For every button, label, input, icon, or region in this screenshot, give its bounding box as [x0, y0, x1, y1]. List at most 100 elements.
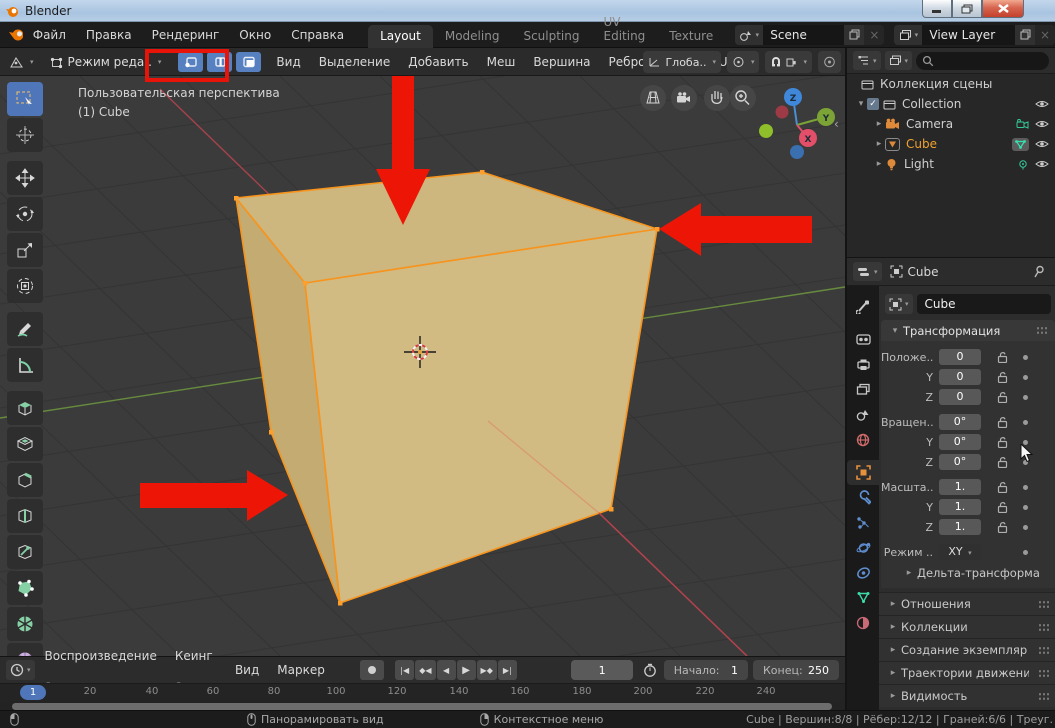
tab-modifiers[interactable]: [847, 485, 879, 510]
animate-dot[interactable]: [1023, 485, 1028, 490]
pan-view-button[interactable]: [704, 85, 730, 111]
scene-collection-row[interactable]: Коллекция сцены: [847, 74, 1055, 94]
menu-help[interactable]: Справка: [281, 22, 354, 48]
tool-select-box[interactable]: [7, 82, 43, 116]
collapsed-caret-icon[interactable]: ▸: [873, 159, 885, 169]
camera-row[interactable]: ▸ Camera: [847, 114, 1055, 134]
panel-drag-handle[interactable]: [1038, 669, 1049, 678]
gizmo-axis-neg-x[interactable]: [776, 106, 789, 119]
select-mode-vertex-button[interactable]: [178, 52, 203, 72]
panel-instancing[interactable]: ▸Создание экземпляр: [879, 638, 1055, 661]
visibility-eye-icon[interactable]: [1035, 119, 1049, 129]
snap-magnet-icon[interactable]: [770, 56, 782, 68]
zoom-view-button[interactable]: [730, 85, 756, 111]
collection-row[interactable]: ▾ ✓ Collection: [847, 94, 1055, 114]
timeline-scrollbar-thumb[interactable]: [12, 703, 832, 710]
stopwatch-icon[interactable]: [643, 663, 655, 678]
tool-bevel[interactable]: [7, 463, 43, 497]
tool-add-cube[interactable]: [7, 391, 43, 425]
blender-logo-icon[interactable]: [8, 27, 23, 43]
animate-dot[interactable]: [1023, 395, 1028, 400]
delta-transform-subpanel[interactable]: ▸ Дельта-трансформа: [881, 562, 1055, 584]
minimize-button[interactable]: [922, 0, 952, 18]
tab-world[interactable]: [847, 427, 879, 452]
tab-uv-editing[interactable]: UV Editing: [592, 11, 658, 48]
close-button[interactable]: [982, 0, 1024, 18]
view-layer-unlink-button[interactable]: ×: [1035, 25, 1055, 45]
next-keyframe-button[interactable]: ▶◆: [477, 660, 497, 680]
tool-scale[interactable]: [7, 233, 43, 267]
rotation-x-field[interactable]: 0°: [939, 414, 981, 430]
mesh-data-icon[interactable]: [1014, 139, 1027, 150]
expand-caret-icon[interactable]: ▾: [855, 99, 867, 109]
animate-dot[interactable]: [1023, 375, 1028, 380]
transform-panel-header[interactable]: ▾ Трансформация: [881, 320, 1055, 341]
object-browse-button[interactable]: ▾: [885, 294, 913, 314]
menu-file[interactable]: Файл: [23, 22, 76, 48]
gizmo-axis-neg-z[interactable]: [790, 145, 804, 159]
tool-measure[interactable]: [7, 348, 43, 382]
menu-render[interactable]: Рендеринг: [142, 22, 230, 48]
animate-dot[interactable]: [1023, 460, 1028, 465]
animate-dot[interactable]: [1023, 355, 1028, 360]
scene-browse-button[interactable]: ▾: [735, 25, 763, 45]
timeline-editor-type-button[interactable]: ▾: [6, 660, 35, 680]
location-y-field[interactable]: 0: [939, 369, 981, 385]
transform-orientation-dropdown[interactable]: Глоба..▾: [643, 51, 721, 73]
play-reverse-button[interactable]: ◀: [437, 660, 456, 680]
animate-dot[interactable]: [1023, 505, 1028, 510]
object-name-field[interactable]: Cube: [917, 294, 1051, 314]
lock-open-icon[interactable]: [997, 456, 1008, 468]
tool-cursor[interactable]: [7, 118, 43, 152]
editor-type-button[interactable]: ▾: [4, 51, 39, 73]
panel-drag-handle[interactable]: [1038, 600, 1049, 609]
sidebar-collapse-chevron[interactable]: ‹: [834, 117, 839, 131]
lock-open-icon[interactable]: [997, 521, 1008, 533]
tab-sculpting[interactable]: Sculpting: [511, 25, 591, 48]
scale-y-field[interactable]: 1.: [939, 499, 981, 515]
lock-open-icon[interactable]: [997, 501, 1008, 513]
light-row[interactable]: ▸ Light: [847, 154, 1055, 174]
animate-dot[interactable]: [1023, 550, 1028, 555]
current-frame-field[interactable]: 1: [571, 660, 633, 680]
menu-select[interactable]: Выделение: [310, 48, 399, 76]
tab-view-layer[interactable]: [847, 377, 879, 402]
tab-modeling[interactable]: Modeling: [433, 25, 512, 48]
tab-scene[interactable]: [847, 402, 879, 427]
panel-drag-handle[interactable]: [1038, 623, 1049, 632]
panel-collections[interactable]: ▸Коллекции: [879, 615, 1055, 638]
visibility-eye-icon[interactable]: [1035, 159, 1049, 169]
tool-rotate[interactable]: [7, 197, 43, 231]
tool-move[interactable]: [7, 161, 43, 195]
tab-object-data[interactable]: [847, 585, 879, 610]
scene-name-field[interactable]: Scene: [763, 25, 844, 45]
tool-loop-cut[interactable]: [7, 499, 43, 533]
panel-drag-handle[interactable]: [1038, 692, 1049, 701]
menu-window[interactable]: Окно: [229, 22, 281, 48]
scale-z-field[interactable]: 1.: [939, 519, 981, 535]
animate-dot[interactable]: [1023, 420, 1028, 425]
animate-dot[interactable]: [1023, 525, 1028, 530]
tool-poly-build[interactable]: [7, 571, 43, 605]
tab-physics[interactable]: [847, 535, 879, 560]
rotation-mode-dropdown[interactable]: XY ▾: [939, 544, 981, 560]
menu-add[interactable]: Добавить: [399, 48, 477, 76]
camera-data-icon[interactable]: [1016, 119, 1029, 129]
panel-drag-handle[interactable]: [1036, 326, 1047, 335]
tool-annotate[interactable]: [7, 312, 43, 346]
tab-particles[interactable]: [847, 510, 879, 535]
select-mode-edge-button[interactable]: [207, 52, 232, 72]
select-mode-face-button[interactable]: [236, 52, 261, 72]
scene-unlink-button[interactable]: ×: [864, 25, 884, 45]
location-x-field[interactable]: 0: [939, 349, 981, 365]
tab-texture[interactable]: Texture: [657, 25, 725, 48]
outliner-search-input[interactable]: [916, 52, 1049, 70]
lock-open-icon[interactable]: [997, 351, 1008, 363]
frame-end-field[interactable]: Конец: 250: [753, 660, 839, 680]
menu-edit[interactable]: Правка: [76, 22, 142, 48]
current-frame-indicator[interactable]: 1: [20, 685, 46, 700]
view-layer-browse-button[interactable]: ▾: [894, 25, 922, 45]
jump-to-start-button[interactable]: |◀: [395, 660, 414, 680]
panel-drag-handle[interactable]: [1038, 646, 1049, 655]
menu-mesh[interactable]: Меш: [478, 48, 525, 76]
